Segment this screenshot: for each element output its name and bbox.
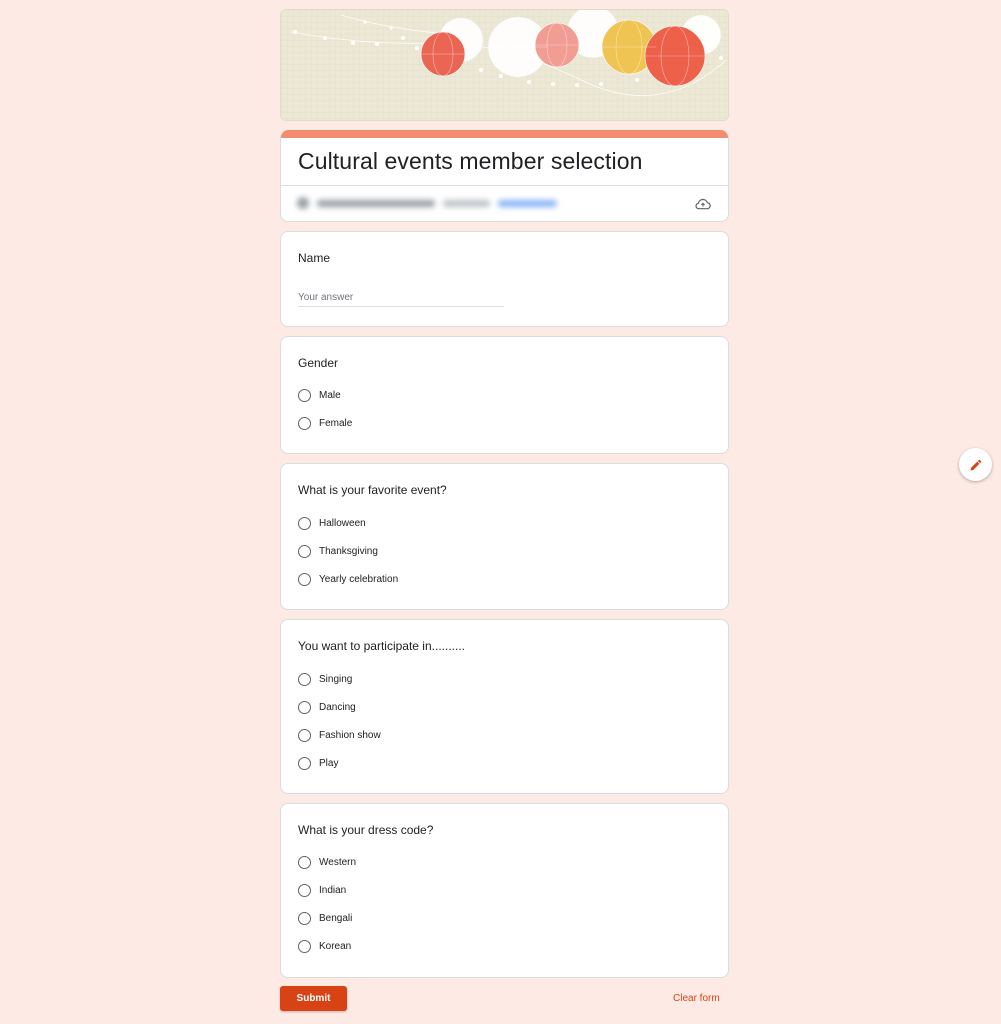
radio-option-korean[interactable]: Korean	[298, 938, 351, 954]
edit-theme-button[interactable]	[959, 448, 992, 481]
question-card-dress-code: What is your dress code? Western Indian …	[280, 803, 729, 978]
form-title: Cultural events member selection	[298, 148, 643, 174]
radio-button[interactable]	[298, 544, 311, 558]
radio-button[interactable]	[298, 416, 311, 430]
radio-button[interactable]	[298, 572, 311, 586]
question-card-favorite-event: What is your favorite event? Halloween T…	[280, 463, 729, 610]
radio-button[interactable]	[298, 756, 311, 770]
radio-option-yearly-celebration[interactable]: Yearly celebration	[298, 571, 398, 587]
header-banner	[280, 9, 729, 121]
submit-button[interactable]: Submit	[280, 986, 347, 1011]
radio-button[interactable]	[298, 728, 311, 742]
question-card-participate: You want to participate in.......... Sin…	[280, 619, 729, 794]
radio-option-halloween[interactable]: Halloween	[298, 515, 366, 531]
radio-button[interactable]	[298, 672, 311, 686]
question-card-gender: Gender Male Female	[280, 336, 729, 454]
radio-button[interactable]	[298, 911, 311, 925]
radio-button[interactable]	[298, 883, 311, 897]
radio-option-male[interactable]: Male	[298, 387, 341, 403]
radio-option-dancing[interactable]: Dancing	[298, 699, 356, 715]
radio-button[interactable]	[298, 388, 311, 402]
question-title: Name	[298, 251, 331, 265]
name-answer-input[interactable]	[298, 288, 504, 307]
question-title: You want to participate in..........	[298, 639, 465, 653]
question-title: What is your favorite event?	[298, 483, 447, 497]
radio-option-indian[interactable]: Indian	[298, 882, 346, 898]
radio-option-bengali[interactable]: Bengali	[298, 910, 352, 926]
radio-option-thanksgiving[interactable]: Thanksgiving	[298, 543, 378, 559]
redacted-account-info	[297, 196, 557, 210]
form-title-card: Cultural events member selection	[280, 130, 729, 222]
radio-button[interactable]	[298, 939, 311, 953]
account-avatar	[297, 197, 309, 209]
cloud-sync-icon	[695, 198, 711, 210]
clear-form-link[interactable]: Clear form	[673, 993, 720, 1004]
radio-button[interactable]	[298, 700, 311, 714]
account-row	[281, 186, 728, 221]
radio-option-singing[interactable]: Singing	[298, 671, 352, 687]
question-card-name: Name	[280, 231, 729, 327]
radio-button[interactable]	[298, 855, 311, 869]
question-title: What is your dress code?	[298, 823, 434, 837]
radio-option-fashion-show[interactable]: Fashion show	[298, 727, 381, 743]
switch-account-link[interactable]	[498, 199, 557, 207]
radio-button[interactable]	[298, 516, 311, 530]
radio-option-western[interactable]: Western	[298, 854, 356, 870]
title-accent-bar	[281, 130, 728, 138]
pencil-icon	[970, 459, 981, 470]
radio-option-play[interactable]: Play	[298, 755, 338, 771]
radio-option-female[interactable]: Female	[298, 415, 352, 431]
lantern-illustration	[281, 10, 728, 120]
question-title: Gender	[298, 356, 339, 370]
